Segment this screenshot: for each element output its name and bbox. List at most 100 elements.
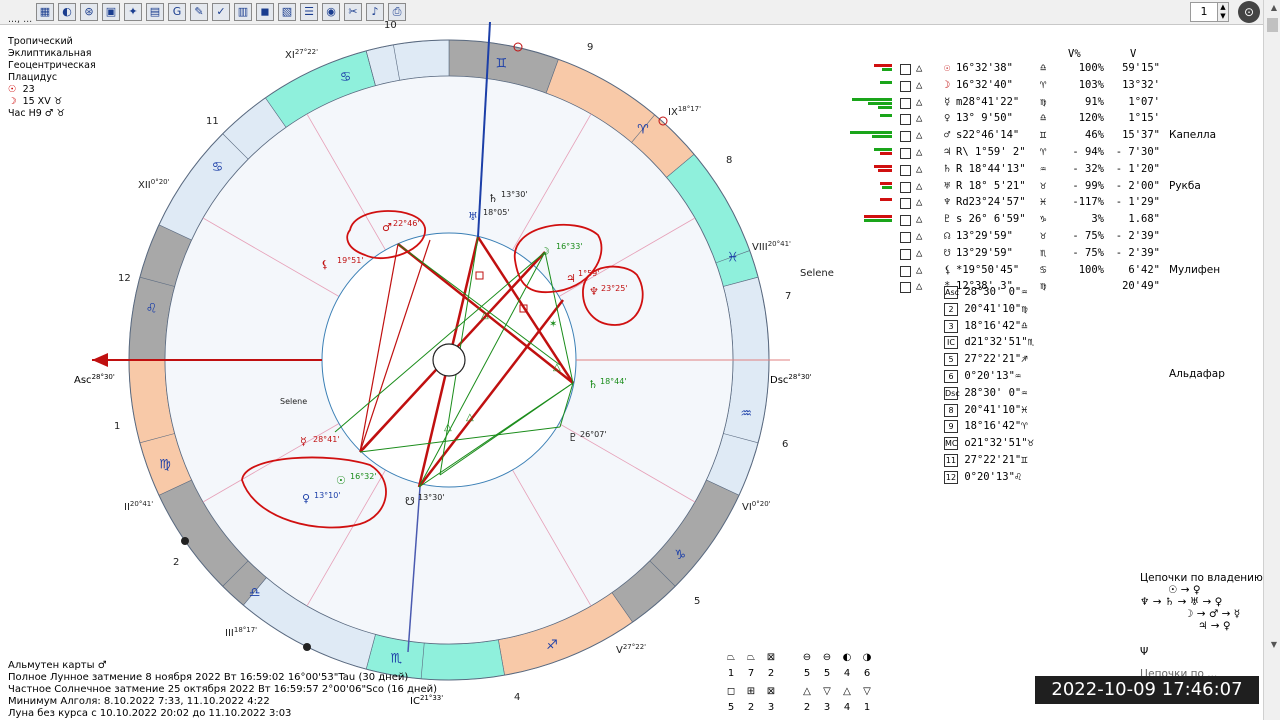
cusp-row[interactable]: 5 27°22'21"♐: [944, 351, 1034, 368]
cusp-row[interactable]: 6 0°20'13"♒: [944, 368, 1034, 385]
fixed-star: Мулифен: [1169, 263, 1221, 276]
planet-position: *19°50'45": [956, 263, 1020, 276]
cusp-label: III18°17': [225, 626, 257, 639]
cusp-row[interactable]: MC o21°32'51"♉: [944, 435, 1034, 452]
zodiac-glyph-icon: ♐: [546, 638, 558, 653]
speed-value: - 2'39": [1115, 229, 1160, 242]
triangle-icon: △: [916, 95, 923, 108]
speed-percent: - 32%: [1072, 162, 1104, 175]
cusp-row[interactable]: IC d21°32'51"♏: [944, 334, 1034, 351]
svg-text:△: △: [444, 422, 452, 433]
zodiac-sign: ♈: [1040, 145, 1047, 158]
planet-symbol: ☊: [944, 229, 951, 242]
mc-glyph-icon: ♅: [468, 210, 478, 223]
cusp-label: Dsc: [944, 386, 960, 400]
algol-line: Минимум Алголя: 8.10.2022 7:33, 11.10.20…: [8, 696, 270, 707]
aspect-box-icon: [900, 164, 911, 176]
cusp-label: XII0°20': [138, 178, 170, 191]
chain-row-3: ☽ → ♂ → ☿: [1184, 608, 1241, 620]
house-number: 9: [587, 42, 593, 53]
cusp-label: VIII20°41': [752, 240, 791, 253]
triangle-icon: △: [916, 246, 923, 259]
cusp-label: 9: [944, 420, 958, 434]
aspect-box-icon: [900, 114, 911, 126]
svg-text:23°25': 23°25': [601, 284, 628, 293]
cusp-row[interactable]: 9 18°16'42"♈: [944, 418, 1034, 435]
cusp-sign: ♉: [1027, 437, 1034, 450]
zodiac-sign: ♓: [1040, 196, 1047, 209]
circle-dash-icon: ⊖: [822, 652, 832, 663]
speed-value: 6'42": [1128, 263, 1160, 276]
triangle-icon: △: [916, 112, 923, 125]
zodiac-sign: ♉: [1040, 229, 1047, 242]
cusp-label: IC: [944, 336, 958, 350]
mercury-glyph-icon: ☿: [300, 435, 307, 448]
aspect-box-icon: [900, 147, 911, 159]
strength-bars: [848, 64, 892, 74]
cusp-row[interactable]: 8 20°41'10"♓: [944, 402, 1034, 419]
circle-half-icon: ◐: [842, 652, 852, 663]
scroll-down-icon[interactable]: ▼: [1271, 640, 1277, 649]
strength-bars: [848, 198, 892, 208]
cusp-sign: ♓: [1021, 403, 1028, 416]
cusp-row[interactable]: 2 20°41'10"♍: [944, 301, 1034, 318]
planet-symbol: ♂: [944, 129, 951, 142]
cusp-label: V27°22': [616, 643, 646, 656]
speed-value: 1.68": [1128, 213, 1160, 226]
cusp-row[interactable]: Asc 28°30' 0"♒: [944, 284, 1034, 301]
cusp-row[interactable]: Dsc 28°30' 0"♒: [944, 385, 1034, 402]
speed-percent: - 75%: [1072, 229, 1104, 242]
strength-bars: [848, 215, 892, 225]
cusp-label: 2: [944, 302, 958, 316]
scroll-thumb[interactable]: [1267, 18, 1278, 32]
speed-percent: 100%: [1078, 263, 1104, 276]
cusp-sign: ♐: [1021, 353, 1028, 366]
speed-percent: - 94%: [1072, 145, 1104, 158]
cusp-position: 0°20'13": [964, 470, 1015, 483]
svg-text:18°05': 18°05': [483, 208, 510, 217]
node-glyph-icon: ☋: [405, 495, 415, 508]
cusp-row[interactable]: 3 18°16'42"♎: [944, 318, 1034, 335]
zodiac-glyph-icon: ♒: [740, 406, 752, 421]
cusp-label: 5: [944, 353, 958, 367]
svg-text:13°30': 13°30': [418, 493, 445, 502]
triangle-icon: △: [916, 179, 923, 192]
svg-text:28°41': 28°41': [313, 435, 340, 444]
svg-text:△: △: [466, 412, 474, 423]
zodiac-glyph-icon: ♎: [249, 585, 261, 600]
svg-text:✶: ✶: [549, 319, 557, 330]
aspect-box-icon: [900, 181, 911, 193]
zodiac-sign: ♋: [1040, 263, 1047, 276]
zodiac-glyph-icon: ♓: [727, 251, 739, 266]
svg-text:13°30': 13°30': [501, 190, 528, 199]
planet-position: 16°32'38": [956, 62, 1013, 74]
planet-position: 16°32'40": [956, 78, 1013, 91]
pluto-glyph-icon: ♇: [568, 431, 578, 444]
scroll-up-icon[interactable]: ▲: [1271, 3, 1277, 12]
cusp-position: o21°32'51": [964, 437, 1028, 450]
planet-position: R 18°44'13": [956, 162, 1026, 175]
triangle-up-icon: △: [803, 686, 811, 697]
zodiac-glyph-icon: ♌: [146, 302, 158, 317]
lunar-eclipse-line: Полное Лунное затмение 8 ноября 2022 Вт …: [8, 672, 409, 683]
svg-text:18°44': 18°44': [600, 377, 627, 386]
fixed-star: Капелла: [1169, 129, 1217, 142]
aspect-box-icon: [900, 231, 911, 243]
water-shape-icon: ⏢: [747, 652, 755, 663]
aspect-box-icon: [900, 198, 911, 210]
speed-value: - 7'30": [1115, 145, 1160, 158]
svg-text:16°33': 16°33': [556, 242, 583, 251]
cusp-row[interactable]: 12 0°20'13"♌: [944, 469, 1034, 486]
triangle-icon: △: [916, 196, 923, 209]
vertical-scrollbar[interactable]: ▲ ▼: [1263, 0, 1280, 720]
cross-box-icon: ⊠: [766, 686, 776, 697]
planet-symbol: ☉: [944, 62, 951, 74]
planet-position: 13°29'59": [956, 246, 1013, 259]
zodiac-sign: ♏: [1040, 246, 1047, 259]
speed-value: - 1'20": [1115, 162, 1160, 175]
cusp-row[interactable]: 11 27°22'21"♊: [944, 452, 1034, 469]
svg-text:22°46': 22°46': [393, 219, 420, 228]
planet-position: 13° 9'50": [956, 112, 1013, 125]
zodiac-glyph-icon: ♑: [674, 548, 686, 563]
sun-glyph-icon: ☉: [336, 474, 346, 487]
